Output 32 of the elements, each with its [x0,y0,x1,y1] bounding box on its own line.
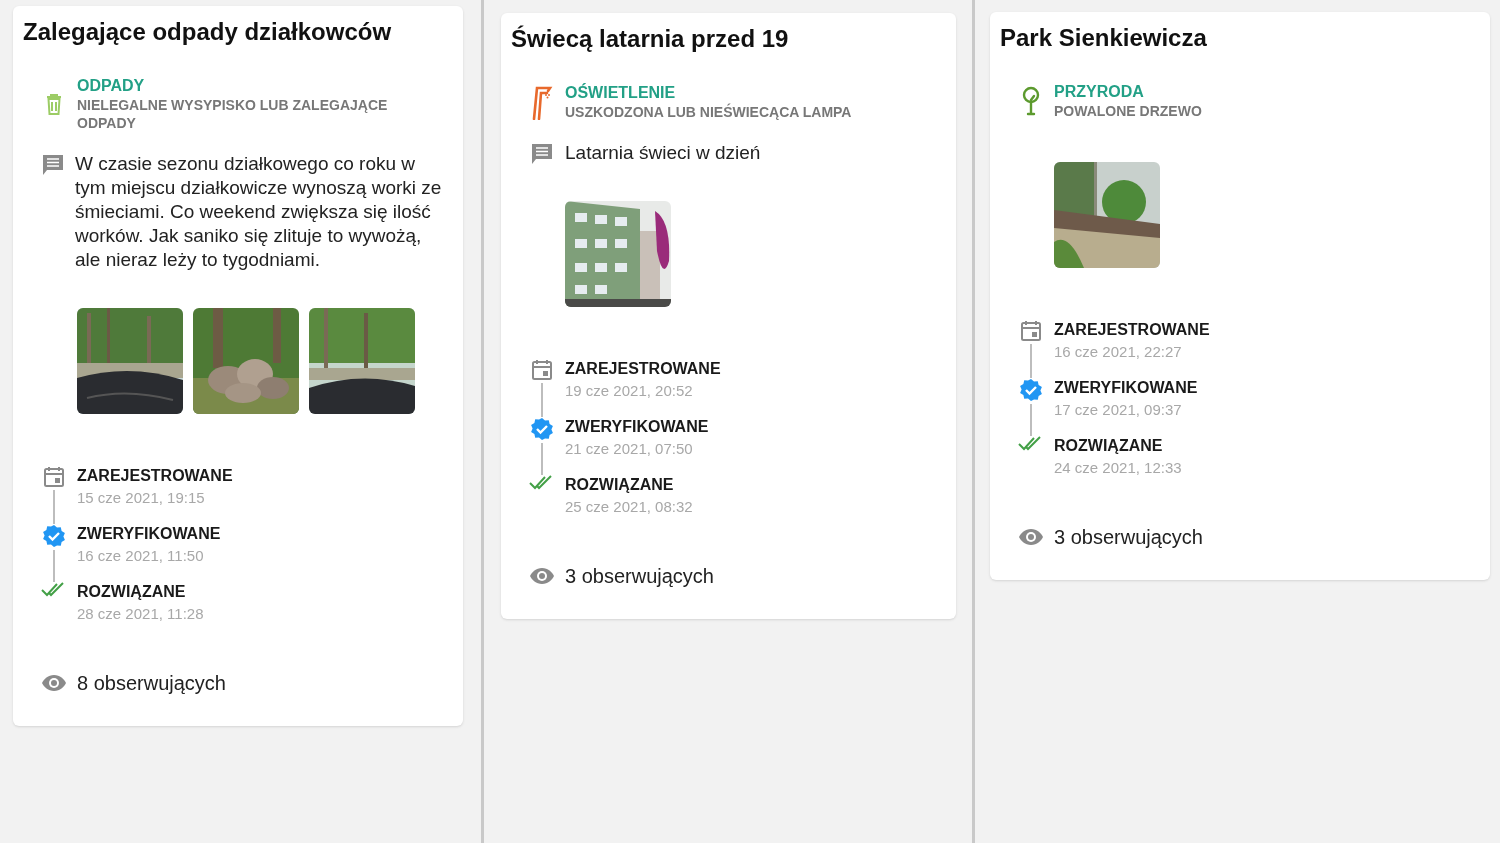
status-label: ROZWIĄZANE [77,582,187,602]
followers-count: 3 obserwujących [565,564,714,589]
status-label: ZAREJESTROWANE [565,359,721,379]
status-date: 24 cze 2021, 12:33 [1054,458,1182,478]
report-title: Zalegające odpady działkowców [23,17,393,47]
status-date: 25 cze 2021, 08:32 [565,497,693,517]
category-name: ODPADY [77,76,146,96]
description-text: Latarnia świeci w dzień [565,141,761,165]
status-date: 15 cze 2021, 19:15 [77,488,206,508]
report-title: Świecą latarnia przed 19 [511,24,790,54]
status-date: 19 cze 2021, 20:52 [565,381,694,401]
status-label: ZAREJESTROWANE [77,466,233,486]
subcategory-name: NIELEGALNE WYSYPISKO LUB ZALEGAJĄCE ODPADY [77,96,389,132]
status-label: ROZWIĄZANE [1054,436,1164,456]
status-label: ZAREJESTROWANE [1054,320,1210,340]
description-text: W czasie sezonu działkowego co roku w tym miejscu działkowicze wynoszą worki ze śmieciami. Co weekend zwiększa się ilość worków. Jak saniko się zlituje to wywożą, ale nieraz leży to tygodniami. [75,152,443,272]
report-title: Park Sienkiewicza [1000,23,1208,53]
followers-count: 8 obserwujących [77,671,226,696]
followers-count: 3 obserwujących [1054,525,1203,550]
status-label: ZWERYFIKOWANE [565,417,709,437]
category-name: PRZYRODA [1054,82,1145,102]
category-name: OŚWIETLENIE [565,83,677,103]
status-date: 28 cze 2021, 11:28 [77,604,204,624]
status-label: ROZWIĄZANE [565,475,675,495]
status-date: 16 cze 2021, 11:50 [77,546,205,566]
status-label: ZWERYFIKOWANE [77,524,221,544]
status-label: ZWERYFIKOWANE [1054,378,1198,398]
status-date: 17 cze 2021, 09:37 [1054,400,1183,420]
status-date: 21 cze 2021, 07:50 [565,439,694,459]
subcategory-name: USZKODZONA LUB NIEŚWIECĄCA LAMPA [565,103,852,121]
subcategory-name: POWALONE DRZEWO [1054,102,1202,120]
status-date: 16 cze 2021, 22:27 [1054,342,1183,362]
